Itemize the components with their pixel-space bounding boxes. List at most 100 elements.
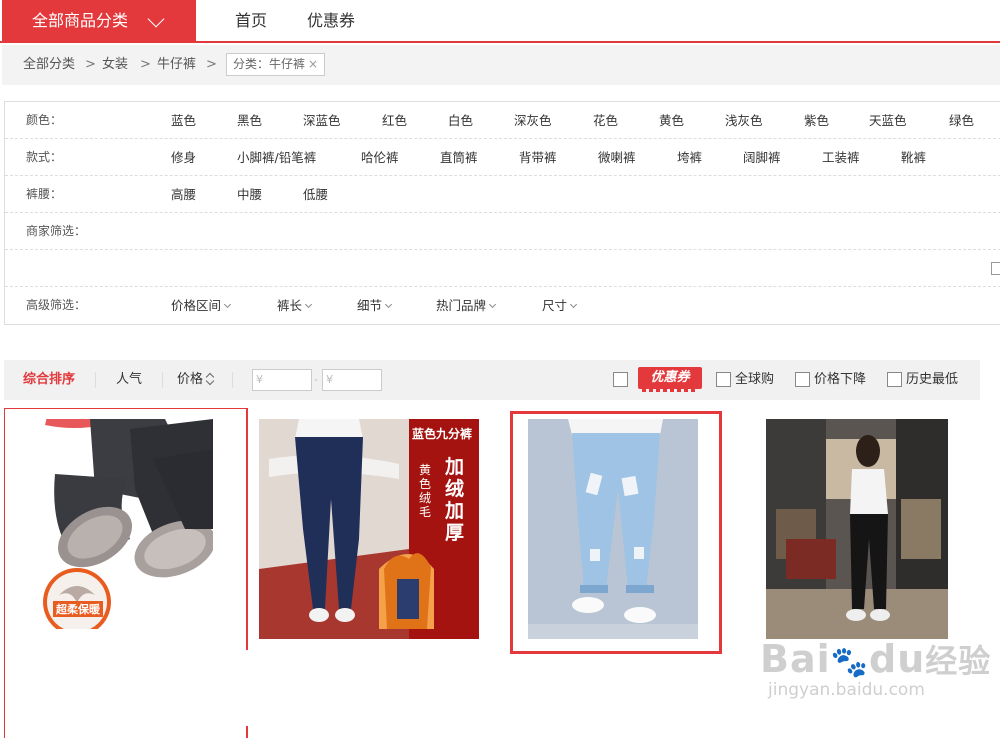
- sort-bar: 综合排序 人气 价格 ¥ - ¥ 优惠券 全球购 价格下降 历史最低: [4, 360, 980, 400]
- product-tag-title: 蓝色九分裤: [412, 427, 473, 441]
- product-tag-sub: 黄色绒毛: [419, 463, 432, 519]
- filter-row-advanced: 高级筛选： 价格区间 裤长 细节 热门品牌 尺寸: [5, 287, 1000, 324]
- filter-row-merchant: 商家筛选：: [5, 213, 1000, 250]
- filter-option-waist[interactable]: 低腰: [303, 176, 328, 213]
- advanced-filter-label: 裤长: [277, 298, 303, 313]
- filter-row-color: 颜色： 蓝色 黑色 深蓝色 红色 白色 深灰色 花色 黄色 浅灰色 紫色 天蓝色…: [5, 102, 1000, 139]
- filter-option-style[interactable]: 修身: [171, 139, 196, 176]
- filter-option-color[interactable]: 天蓝色: [869, 102, 907, 139]
- filter-option-style[interactable]: 背带裤: [519, 139, 557, 176]
- lowest-price-label: 历史最低: [906, 372, 959, 387]
- filter-checkbox[interactable]: [991, 262, 1000, 275]
- filter-option-style[interactable]: 阔脚裤: [743, 139, 781, 176]
- filter-option-color[interactable]: 花色: [593, 102, 618, 139]
- filter-label-merchant: 商家筛选：: [26, 224, 87, 238]
- breadcrumb-womens-clothing[interactable]: 女装: [102, 45, 128, 85]
- advanced-filter-label: 细节: [357, 298, 383, 313]
- filter-label-color: 颜色：: [26, 113, 63, 127]
- breadcrumb-separator: >: [206, 57, 217, 72]
- product-image[interactable]: [35, 419, 213, 629]
- watermark-brand-cn: 经验: [925, 642, 992, 680]
- divider: [162, 372, 163, 388]
- product-card[interactable]: 超柔保暖: [4, 408, 248, 738]
- advanced-filter-size[interactable]: 尺寸: [542, 287, 578, 324]
- filter-option-color[interactable]: 绿色: [949, 102, 974, 139]
- filter-option-color[interactable]: 紫色: [804, 102, 829, 139]
- category-filter-tag[interactable]: 分类：牛仔裤 ×: [226, 53, 326, 76]
- product-card[interactable]: [528, 408, 698, 639]
- breadcrumb-jeans[interactable]: 牛仔裤: [157, 45, 196, 85]
- all-categories-button[interactable]: 全部商品分类: [2, 0, 196, 41]
- product-badge: 超柔保暖: [53, 601, 103, 617]
- category-filter-tag-label: 分类：牛仔裤: [233, 57, 306, 71]
- filter-option-color[interactable]: 深蓝色: [303, 102, 341, 139]
- chevron-down-icon: [304, 300, 313, 309]
- sort-price-label: 价格: [177, 372, 204, 387]
- all-categories-label: 全部商品分类: [32, 11, 129, 30]
- filter-option-style[interactable]: 微喇裤: [598, 139, 636, 176]
- filter-label-advanced: 高级筛选：: [26, 298, 87, 312]
- filter-option-color[interactable]: 深灰色: [514, 102, 552, 139]
- product-card[interactable]: 蓝色九分裤 黄色绒毛 加绒加厚: [259, 408, 479, 639]
- lowest-price-checkbox[interactable]: [887, 372, 902, 387]
- product-image[interactable]: [766, 419, 948, 639]
- top-navigation: 全部商品分类 首页 优惠券: [0, 0, 1000, 43]
- filter-option-color[interactable]: 白色: [448, 102, 473, 139]
- filter-label-waist: 裤腰：: [26, 187, 63, 201]
- price-drop-label: 价格下降: [814, 372, 867, 387]
- filter-option-waist[interactable]: 中腰: [237, 176, 262, 213]
- product-image[interactable]: [528, 419, 698, 639]
- sort-price[interactable]: 价格: [177, 360, 214, 400]
- filter-row-style: 款式： 修身 小脚裤/铅笔裤 哈伦裤 直筒裤 背带裤 微喇裤 垮裤 阔脚裤 工装…: [5, 139, 1000, 176]
- filter-option-style[interactable]: 哈伦裤: [361, 139, 399, 176]
- filter-option-style[interactable]: 工装裤: [822, 139, 860, 176]
- chevron-down-icon: [488, 300, 497, 309]
- chevron-down-icon: [384, 300, 393, 309]
- filter-label-style: 款式：: [26, 150, 63, 164]
- advanced-filter-length[interactable]: 裤长: [277, 287, 313, 324]
- chevron-down-icon: [223, 300, 232, 309]
- filter-option-style[interactable]: 小脚裤/铅笔裤: [237, 139, 316, 176]
- filter-option-style[interactable]: 靴裤: [901, 139, 926, 176]
- paw-icon: 🐾: [830, 645, 869, 680]
- price-drop-checkbox[interactable]: [795, 372, 810, 387]
- filter-option-color[interactable]: 黄色: [659, 102, 684, 139]
- jeans-fleece-image: [35, 419, 213, 629]
- filter-row-empty: [5, 250, 1000, 287]
- filter-option-color[interactable]: 浅灰色: [725, 102, 763, 139]
- advanced-filter-details[interactable]: 细节: [357, 287, 393, 324]
- close-icon[interactable]: ×: [308, 57, 318, 71]
- black-jeans-image: [766, 419, 948, 639]
- price-max-input[interactable]: ¥: [322, 369, 382, 391]
- ripped-jeans-image: [528, 419, 698, 639]
- global-purchase-label: 全球购: [735, 372, 775, 387]
- filter-option-style[interactable]: 直筒裤: [440, 139, 478, 176]
- nav-coupons-link[interactable]: 优惠券: [307, 0, 355, 41]
- price-dash: -: [314, 373, 318, 386]
- price-min-input[interactable]: ¥: [252, 369, 312, 391]
- nav-home-link[interactable]: 首页: [235, 0, 267, 41]
- breadcrumb-all-categories[interactable]: 全部分类: [23, 45, 75, 85]
- filter-option-color[interactable]: 红色: [382, 102, 407, 139]
- advanced-filter-brands[interactable]: 热门品牌: [436, 287, 497, 324]
- sort-comprehensive[interactable]: 综合排序: [23, 360, 75, 400]
- sort-popularity[interactable]: 人气: [116, 360, 142, 400]
- watermark-brand-2: du: [869, 637, 926, 681]
- advanced-filter-price-range[interactable]: 价格区间: [171, 287, 232, 324]
- advanced-filter-label: 尺寸: [542, 298, 568, 313]
- product-tag-big: 加绒加厚: [445, 456, 465, 544]
- chevron-down-icon: [147, 10, 165, 28]
- coupon-badge: 优惠券: [638, 367, 702, 392]
- global-purchase-checkbox[interactable]: [716, 372, 731, 387]
- filter-option-style[interactable]: 垮裤: [677, 139, 702, 176]
- product-card[interactable]: [766, 408, 948, 639]
- coupon-checkbox[interactable]: [613, 372, 628, 387]
- filter-option-color[interactable]: 黑色: [237, 102, 262, 139]
- advanced-filter-label: 热门品牌: [436, 298, 487, 313]
- filter-option-color[interactable]: 蓝色: [171, 102, 196, 139]
- sort-toggle-icon: [206, 373, 214, 385]
- watermark-brand: Bai: [760, 637, 831, 681]
- filter-option-waist[interactable]: 高腰: [171, 176, 196, 213]
- divider: [95, 372, 96, 388]
- advanced-filter-label: 价格区间: [171, 298, 222, 313]
